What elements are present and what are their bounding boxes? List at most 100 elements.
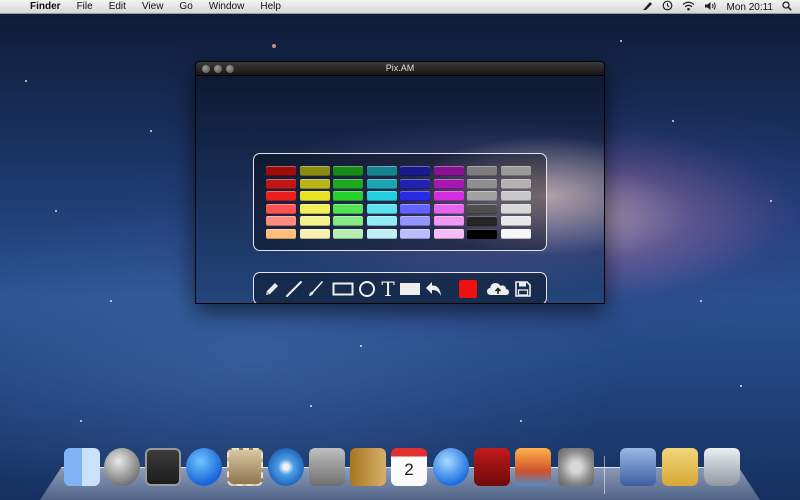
- facetime-icon[interactable]: [309, 448, 345, 486]
- color-swatch[interactable]: [333, 166, 363, 176]
- color-swatch[interactable]: [400, 166, 430, 176]
- color-swatch[interactable]: [366, 191, 397, 202]
- swatch-grid: [266, 166, 534, 239]
- time-machine-icon[interactable]: [662, 0, 673, 14]
- calendar-icon[interactable]: 2: [391, 448, 427, 486]
- wifi-icon[interactable]: [682, 1, 695, 14]
- color-swatch[interactable]: [500, 203, 531, 214]
- spotlight-icon[interactable]: [782, 0, 792, 14]
- color-swatch[interactable]: [467, 228, 497, 239]
- color-swatch[interactable]: [433, 178, 464, 189]
- color-swatch[interactable]: [266, 228, 296, 239]
- color-swatch[interactable]: [299, 216, 330, 227]
- status-area: Mon 20:11: [642, 0, 792, 14]
- color-swatch[interactable]: [400, 228, 430, 239]
- menu-edit[interactable]: Edit: [101, 0, 134, 14]
- launchpad-icon[interactable]: [104, 448, 140, 486]
- app-store-icon[interactable]: [186, 448, 222, 486]
- cloud-upload-icon[interactable]: [486, 280, 510, 298]
- color-swatch[interactable]: [366, 166, 397, 176]
- menu-bar: Finder File Edit View Go Window Help Mon…: [0, 0, 800, 14]
- menu-go[interactable]: Go: [171, 0, 200, 14]
- system-preferences-icon[interactable]: [558, 448, 594, 486]
- iphoto-icon[interactable]: [515, 448, 551, 486]
- text-icon[interactable]: T: [378, 277, 398, 301]
- color-swatch[interactable]: [266, 191, 296, 202]
- color-swatch[interactable]: [366, 178, 397, 189]
- color-swatch[interactable]: [433, 191, 464, 202]
- color-swatch[interactable]: [333, 203, 363, 214]
- color-swatch[interactable]: [333, 178, 363, 189]
- window-title: Pix.AM: [385, 63, 415, 73]
- current-color-swatch[interactable]: [459, 280, 477, 298]
- menu-window[interactable]: Window: [201, 0, 253, 14]
- menu-finder[interactable]: Finder: [22, 0, 69, 14]
- color-swatch[interactable]: [333, 228, 363, 239]
- itunes-icon[interactable]: [433, 448, 469, 486]
- pix-menubar-icon[interactable]: [642, 0, 653, 14]
- safari-icon[interactable]: [268, 448, 304, 486]
- color-swatch[interactable]: [467, 166, 497, 176]
- window-titlebar[interactable]: Pix.AM: [196, 62, 604, 76]
- dock-separator: [604, 456, 605, 494]
- mission-control-icon[interactable]: [145, 448, 181, 486]
- brush-icon[interactable]: [306, 280, 326, 298]
- fill-icon[interactable]: [398, 280, 422, 298]
- photo-booth-icon[interactable]: [474, 448, 510, 486]
- color-swatch[interactable]: [266, 166, 296, 176]
- color-swatch[interactable]: [266, 203, 296, 214]
- menu-help[interactable]: Help: [252, 0, 289, 14]
- color-swatch[interactable]: [299, 203, 330, 214]
- color-swatch[interactable]: [333, 191, 363, 202]
- color-swatch[interactable]: [400, 216, 430, 227]
- pencil-icon[interactable]: [262, 280, 282, 298]
- tool-bar: T: [253, 272, 547, 303]
- color-swatch[interactable]: [467, 178, 497, 189]
- color-swatch[interactable]: [500, 228, 531, 239]
- color-swatch[interactable]: [266, 178, 296, 189]
- menubar-clock[interactable]: Mon 20:11: [726, 2, 773, 13]
- color-swatch[interactable]: [433, 228, 464, 239]
- save-icon[interactable]: [512, 280, 534, 298]
- contacts-icon[interactable]: [350, 448, 386, 486]
- text-tool-label: T: [381, 277, 395, 301]
- color-swatch[interactable]: [400, 191, 430, 202]
- documents-stack-icon[interactable]: [662, 448, 698, 486]
- color-swatch[interactable]: [500, 191, 531, 202]
- color-swatch[interactable]: [400, 203, 430, 214]
- color-swatch[interactable]: [467, 203, 497, 214]
- color-swatch[interactable]: [299, 166, 330, 176]
- canvas-area[interactable]: T: [196, 76, 604, 303]
- calendar-date: 2: [404, 460, 414, 479]
- color-palette: [253, 153, 547, 251]
- color-swatch[interactable]: [333, 216, 363, 227]
- volume-icon[interactable]: [704, 1, 717, 14]
- mail-stamp-icon[interactable]: [227, 448, 263, 486]
- line-icon[interactable]: [284, 280, 304, 298]
- color-swatch[interactable]: [400, 178, 430, 189]
- color-swatch[interactable]: [366, 228, 397, 239]
- menu-view[interactable]: View: [134, 0, 172, 14]
- color-swatch[interactable]: [500, 166, 531, 176]
- color-swatch[interactable]: [433, 166, 464, 176]
- color-swatch[interactable]: [467, 191, 497, 202]
- color-swatch[interactable]: [433, 216, 464, 227]
- rectangle-icon[interactable]: [331, 280, 355, 298]
- color-swatch[interactable]: [299, 178, 330, 189]
- undo-icon[interactable]: [423, 280, 445, 298]
- color-swatch[interactable]: [299, 228, 330, 239]
- color-swatch[interactable]: [366, 216, 397, 227]
- color-swatch[interactable]: [467, 216, 497, 227]
- color-swatch[interactable]: [433, 203, 464, 214]
- color-swatch[interactable]: [500, 216, 531, 227]
- color-swatch[interactable]: [500, 178, 531, 189]
- circle-icon[interactable]: [357, 280, 377, 298]
- finder-icon[interactable]: [64, 448, 100, 486]
- menu-file[interactable]: File: [69, 0, 101, 14]
- color-swatch[interactable]: [266, 216, 296, 227]
- pix-am-window: Pix.AM T: [195, 61, 605, 304]
- trash-icon[interactable]: [704, 448, 740, 486]
- color-swatch[interactable]: [366, 203, 397, 214]
- color-swatch[interactable]: [299, 191, 330, 202]
- applications-stack-icon[interactable]: [620, 448, 656, 486]
